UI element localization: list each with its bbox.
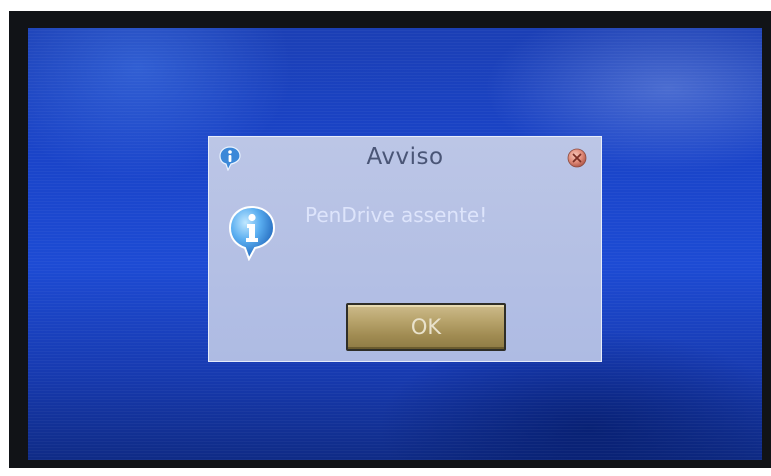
info-icon (228, 205, 276, 261)
device-screen: Avviso PenDrive assente! OK (28, 28, 762, 460)
ok-button[interactable]: OK (346, 303, 506, 351)
dialog-title: Avviso (366, 144, 444, 170)
alert-dialog: Avviso PenDrive assente! OK (208, 136, 602, 362)
photo-frame: Avviso PenDrive assente! OK (0, 0, 771, 476)
device-bezel: Avviso PenDrive assente! OK (9, 11, 771, 468)
dialog-titlebar: Avviso (209, 137, 601, 177)
dialog-message: PenDrive assente! (305, 203, 488, 227)
close-icon[interactable] (567, 148, 587, 168)
